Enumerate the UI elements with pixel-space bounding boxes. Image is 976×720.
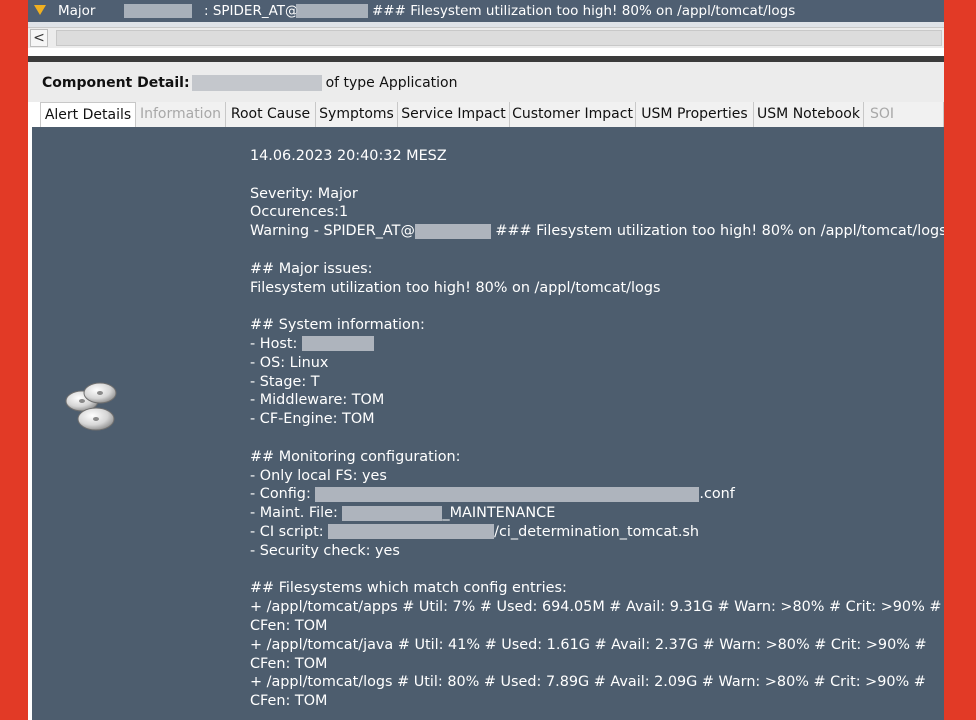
fs-java-cfen-line: CFen: TOM	[250, 655, 328, 672]
warning-prefix: Warning - SPIDER_AT@	[250, 223, 415, 240]
alert-message-suffix: ### Filesystem utilization too high! 80%…	[372, 3, 796, 19]
maint-label: - Maint. File:	[250, 505, 338, 522]
component-detail-title: Component Detail: of type Application	[42, 75, 457, 91]
maint-suffix: _MAINTENANCE	[442, 505, 556, 522]
component-detail-header: Component Detail: of type Application	[28, 62, 944, 102]
tab-alert-details[interactable]: Alert Details	[40, 102, 136, 128]
tab-service-impact[interactable]: Service Impact	[398, 102, 510, 127]
monitoring-heading: ## Monitoring configuration:	[250, 448, 461, 465]
component-detail-label: Component Detail:	[42, 75, 190, 91]
stage-line: - Stage: T	[250, 373, 320, 390]
spacer	[28, 48, 944, 56]
occurences-line: Occurences:1	[250, 204, 349, 221]
warning-suffix: ### Filesystem utilization too high! 80%…	[495, 223, 944, 240]
tab-symptoms[interactable]: Symptoms	[316, 102, 398, 127]
os-line: - OS: Linux	[250, 354, 329, 371]
warning-triangle-icon	[34, 5, 46, 15]
tab-usm-properties[interactable]: USM Properties	[636, 102, 754, 127]
fs-apps-cfen-line: CFen: TOM	[250, 617, 328, 634]
redacted-field	[315, 486, 700, 502]
warning-line: Warning - SPIDER_AT@ ### Filesystem util…	[250, 222, 944, 241]
app-window: Major : SPIDER_AT@ ### Filesystem utiliz…	[28, 0, 944, 720]
redacted-field	[328, 524, 495, 540]
alert-details-panel: 14.06.2023 20:40:32 MESZ Severity: Major…	[32, 127, 944, 720]
filesystems-heading: ## Filesystems which match config entrie…	[250, 580, 567, 597]
alert-message-prefix: : SPIDER_AT@	[204, 3, 299, 19]
fs-logs-cfen-line: CFen: TOM	[250, 693, 328, 710]
component-detail-type: of type Application	[325, 75, 458, 91]
tab-information: Information	[136, 102, 226, 127]
config-label: - Config:	[250, 486, 311, 503]
major-issue-line: Filesystem utilization too high! 80% on …	[250, 279, 661, 296]
redacted-field	[296, 4, 368, 18]
only-local-fs-line: - Only local FS: yes	[250, 467, 387, 484]
scroll-thumb[interactable]	[56, 30, 942, 46]
tab-root-cause[interactable]: Root Cause	[226, 102, 316, 127]
horizontal-scrollbar[interactable]: <	[28, 27, 944, 49]
redacted-field	[342, 505, 443, 521]
redacted-field	[301, 336, 374, 352]
sysinfo-heading: ## System information:	[250, 317, 425, 334]
disk-stack-icon	[65, 382, 117, 431]
alert-timestamp: 14.06.2023 20:40:32 MESZ	[250, 148, 447, 164]
middleware-line: - Middleware: TOM	[250, 392, 385, 409]
tab-customer-impact[interactable]: Customer Impact	[510, 102, 636, 127]
maint-file-line: - Maint. File: _MAINTENANCE	[250, 504, 944, 523]
alert-severity: Major	[58, 3, 96, 19]
alert-details-text: 14.06.2023 20:40:32 MESZ Severity: Major…	[250, 147, 944, 711]
config-suffix: .conf	[699, 486, 735, 503]
redacted-field	[124, 4, 192, 18]
severity-line: Severity: Major	[250, 185, 358, 202]
ci-suffix: /ci_determination_tomcat.sh	[494, 523, 700, 540]
fs-apps-line: + /appl/tomcat/apps # Util: 7% # Used: 6…	[250, 599, 942, 616]
tab-soi-properties: SOI Proper	[864, 102, 944, 127]
security-check-line: - Security check: yes	[250, 542, 400, 559]
host-line: - Host:	[250, 335, 944, 354]
detail-tabs: Alert Details Information Root Cause Sym…	[40, 102, 944, 128]
fs-logs-line: + /appl/tomcat/logs # Util: 80% # Used: …	[250, 674, 926, 691]
ci-script-line: - CI script: /ci_determination_tomcat.sh	[250, 523, 944, 542]
alert-list-row[interactable]: Major : SPIDER_AT@ ### Filesystem utiliz…	[28, 0, 944, 22]
config-line: - Config: .conf	[250, 485, 944, 504]
host-label: - Host:	[250, 335, 298, 352]
tab-usm-notebook[interactable]: USM Notebook	[754, 102, 864, 127]
redacted-field	[414, 223, 491, 239]
cf-engine-line: - CF-Engine: TOM	[250, 411, 375, 428]
scroll-left-button[interactable]: <	[30, 29, 48, 47]
ci-label: - CI script:	[250, 523, 324, 540]
major-issues-heading: ## Major issues:	[250, 260, 373, 277]
fs-java-line: + /appl/tomcat/java # Util: 41% # Used: …	[250, 636, 927, 653]
redacted-field	[191, 75, 322, 91]
